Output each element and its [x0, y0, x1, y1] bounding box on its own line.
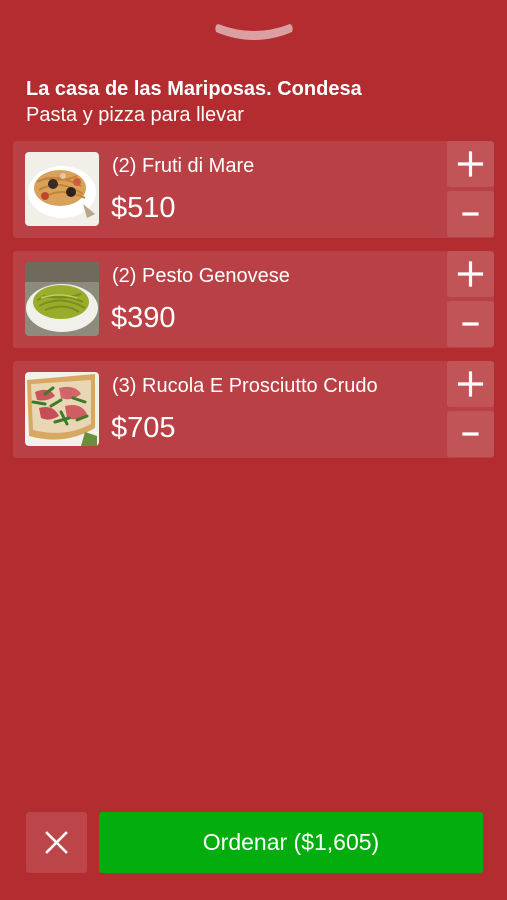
item-price: $510 — [111, 192, 176, 224]
close-icon — [45, 831, 68, 854]
decrease-quantity-button[interactable] — [447, 301, 494, 347]
cancel-order-button[interactable] — [26, 812, 87, 873]
item-price: $705 — [111, 412, 176, 444]
order-footer: Ordenar ($1,605) — [26, 812, 483, 873]
order-button-label: Ordenar ($1,605) — [202, 829, 380, 855]
restaurant-subtitle: Pasta y pizza para llevar — [26, 104, 244, 126]
increase-quantity-button[interactable] — [447, 361, 494, 407]
minus-icon — [462, 322, 479, 326]
prosciutto-pizza-photo — [25, 372, 99, 446]
plus-icon — [457, 261, 484, 287]
decrease-quantity-button[interactable] — [447, 411, 494, 457]
cart-item: (2) Pesto Genovese $390 — [13, 251, 494, 348]
item-price: $390 — [111, 302, 176, 334]
minus-icon — [462, 212, 479, 216]
place-order-button[interactable]: Ordenar ($1,605) — [99, 812, 483, 873]
seafood-pasta-photo — [25, 152, 99, 226]
increase-quantity-button[interactable] — [447, 141, 494, 187]
cart-list: (2) Fruti di Mare $510 (2) Pesto Genoves… — [13, 141, 494, 471]
item-name: (3) Rucola E Prosciutto Crudo — [112, 375, 378, 397]
decrease-quantity-button[interactable] — [447, 191, 494, 237]
cart-item: (3) Rucola E Prosciutto Crudo $705 — [13, 361, 494, 458]
plus-icon — [457, 371, 484, 397]
item-name: (2) Pesto Genovese — [112, 265, 290, 287]
restaurant-name: La casa de las Mariposas. Condesa — [26, 78, 362, 100]
item-name: (2) Fruti di Mare — [112, 155, 255, 177]
minus-icon — [462, 432, 479, 436]
increase-quantity-button[interactable] — [447, 251, 494, 297]
plus-icon — [457, 151, 484, 177]
collapse-handle-icon[interactable] — [212, 16, 296, 46]
cart-item: (2) Fruti di Mare $510 — [13, 141, 494, 238]
pesto-pasta-photo — [25, 262, 99, 336]
restaurant-header: La casa de las Mariposas. Condesa Pasta … — [26, 76, 362, 128]
